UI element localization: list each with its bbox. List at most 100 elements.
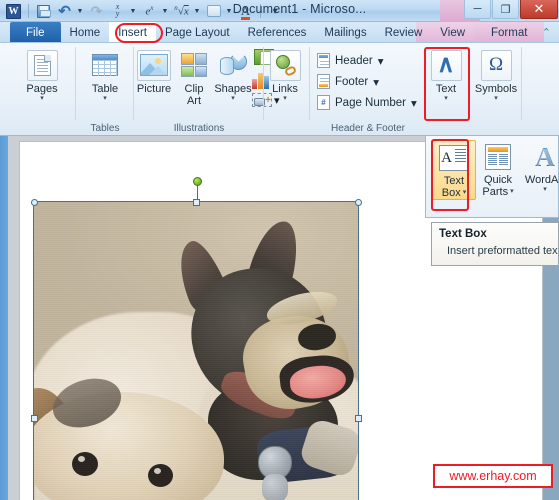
handle-top-left[interactable] xyxy=(31,199,38,206)
shapes-caret-icon[interactable]: ▾ xyxy=(210,95,256,103)
ribbon-tab-strip: File Home Insert Page Layout References … xyxy=(0,22,559,43)
ribbon-group-links: Links ▾ xyxy=(264,43,310,136)
text-box-label-1: Text xyxy=(443,175,465,187)
tab-home[interactable]: Home xyxy=(61,22,110,43)
tab-file[interactable]: File xyxy=(10,22,61,43)
symbols-caret-icon[interactable]: ▾ xyxy=(470,95,522,103)
tab-view[interactable]: View xyxy=(431,22,474,43)
shapes-icon xyxy=(210,47,256,83)
text-box-tooltip: Text Box Insert preformatted tex xyxy=(431,222,559,266)
text-box-label-2: Box xyxy=(441,187,461,199)
group-label-header-footer: Header & Footer xyxy=(331,123,405,134)
page-number-icon: # xyxy=(317,95,330,110)
symbols-label: Symbols xyxy=(474,83,518,95)
vertical-ruler[interactable] xyxy=(8,136,20,500)
shapes-label: Shapes xyxy=(214,83,252,95)
footer-caret-icon[interactable]: ▾ xyxy=(373,75,379,89)
close-button[interactable]: ✕ xyxy=(520,0,558,19)
dog-front xyxy=(34,370,264,500)
text-gallery-dropdown: A Text Box ▾ Quick Parts ▾ A WordA ▾ xyxy=(425,136,559,218)
tab-page-layout[interactable]: Page Layout xyxy=(156,22,239,43)
handle-middle-left[interactable] xyxy=(31,415,38,422)
handle-top-right[interactable] xyxy=(355,199,362,206)
group-label-illustrations: Illustrations xyxy=(173,123,225,134)
header-label: Header xyxy=(335,54,373,67)
pages-label: Pages xyxy=(26,83,58,95)
text-label: Text xyxy=(435,83,457,95)
ribbon-group-text: ∧ Text ▾ xyxy=(426,43,470,136)
symbols-icon: Ω xyxy=(470,47,522,83)
text-caret-icon[interactable]: ▾ xyxy=(422,95,470,103)
ribbon-group-pages: Pages ▾ xyxy=(8,43,76,136)
ribbon-group-header-footer: Header ▾ Footer ▾ # Page Number ▾ Header… xyxy=(310,43,426,136)
ribbon-tabs[interactable]: File Home Insert Page Layout References … xyxy=(0,22,545,43)
tooltip-body: Insert preformatted tex xyxy=(447,245,558,257)
page-number-caret-icon[interactable]: ▾ xyxy=(411,96,417,110)
ribbon: Pages ▾ Table ▾ Tables Picture Clip Art … xyxy=(0,43,559,136)
footer-label: Footer xyxy=(335,75,369,88)
tab-format[interactable]: Format xyxy=(474,22,545,43)
handle-middle-right[interactable] xyxy=(355,415,362,422)
clip-art-label-1: Clip xyxy=(184,83,204,95)
tab-review[interactable]: Review xyxy=(376,22,432,43)
text-box-button[interactable]: A Text Box ▾ xyxy=(432,140,476,200)
text-icon: ∧ xyxy=(422,47,470,83)
ribbon-group-tables: Table ▾ Tables xyxy=(76,43,134,136)
header-button[interactable]: Header ▾ xyxy=(314,51,387,70)
picture-icon xyxy=(130,47,178,83)
wordart-icon: A xyxy=(535,142,555,172)
picture-button[interactable]: Picture xyxy=(130,47,178,95)
links-label: Links xyxy=(272,83,298,95)
quick-parts-icon xyxy=(476,140,520,174)
clip-art-label-2: Art xyxy=(186,95,202,107)
ribbon-group-symbols: Ω Symbols ▾ xyxy=(470,43,522,136)
title-bar: W ↶ ▼ ↷ xy ▼ ex ▼ n√x ▼ ▼ A ▾ Document1 … xyxy=(0,0,559,22)
links-icon xyxy=(261,47,309,83)
collapse-ribbon-icon[interactable]: ⌃ xyxy=(542,26,551,39)
quick-parts-button[interactable]: Quick Parts ▾ xyxy=(476,140,520,198)
text-box-caret-icon[interactable]: ▾ xyxy=(463,189,467,197)
minimize-button[interactable]: ─ xyxy=(464,0,491,19)
page-number-button[interactable]: # Page Number ▾ xyxy=(314,93,420,112)
quick-parts-label-2: Parts xyxy=(482,186,509,198)
maximize-button[interactable]: ❐ xyxy=(492,0,519,19)
tab-references[interactable]: References xyxy=(239,22,316,43)
workspace-left-edge xyxy=(0,136,8,500)
footer-button[interactable]: Footer ▾ xyxy=(314,72,382,91)
pages-button[interactable]: Pages ▾ xyxy=(16,47,68,103)
tab-mailings[interactable]: Mailings xyxy=(315,22,375,43)
ribbon-group-illustrations: Picture Clip Art Shapes ▾ + ▾ Illustrati… xyxy=(134,43,280,136)
wordart-button[interactable]: A WordArt ▾ xyxy=(520,140,559,194)
quick-parts-caret-icon[interactable]: ▾ xyxy=(510,188,514,196)
table-button[interactable]: Table ▾ xyxy=(79,47,131,103)
links-caret-icon[interactable]: ▾ xyxy=(261,95,309,103)
text-box-icon: A xyxy=(433,141,475,175)
picture-label: Picture xyxy=(136,83,172,95)
pages-caret-icon[interactable]: ▾ xyxy=(16,95,68,103)
tooltip-title: Text Box xyxy=(439,228,487,240)
shapes-button[interactable]: Shapes ▾ xyxy=(210,47,256,103)
tab-insert[interactable]: Insert xyxy=(109,22,156,43)
rotation-handle[interactable] xyxy=(193,177,202,186)
table-label: Table xyxy=(91,83,119,95)
group-label-tables: Tables xyxy=(90,123,120,134)
symbols-button[interactable]: Ω Symbols ▾ xyxy=(470,47,522,103)
selected-image[interactable] xyxy=(33,201,359,500)
page-number-label: Page Number xyxy=(335,96,406,109)
watermark-url: www.erhay.com xyxy=(433,464,553,488)
text-button[interactable]: ∧ Text ▾ xyxy=(422,47,470,103)
wordart-caret-icon[interactable]: ▾ xyxy=(520,186,559,194)
pages-icon xyxy=(16,47,68,83)
links-button[interactable]: Links ▾ xyxy=(261,47,309,103)
header-icon xyxy=(317,53,330,68)
handle-top-center[interactable] xyxy=(193,199,200,206)
quick-parts-label-1: Quick xyxy=(483,174,513,186)
clip-art-icon xyxy=(176,47,212,83)
clip-art-button[interactable]: Clip Art xyxy=(176,47,212,107)
wordart-label: WordArt xyxy=(524,174,559,186)
table-caret-icon[interactable]: ▾ xyxy=(79,95,131,103)
header-caret-icon[interactable]: ▾ xyxy=(378,54,384,68)
footer-icon xyxy=(317,74,330,89)
table-icon xyxy=(79,47,131,83)
window-controls[interactable]: ─ ❐ ✕ xyxy=(464,0,559,21)
